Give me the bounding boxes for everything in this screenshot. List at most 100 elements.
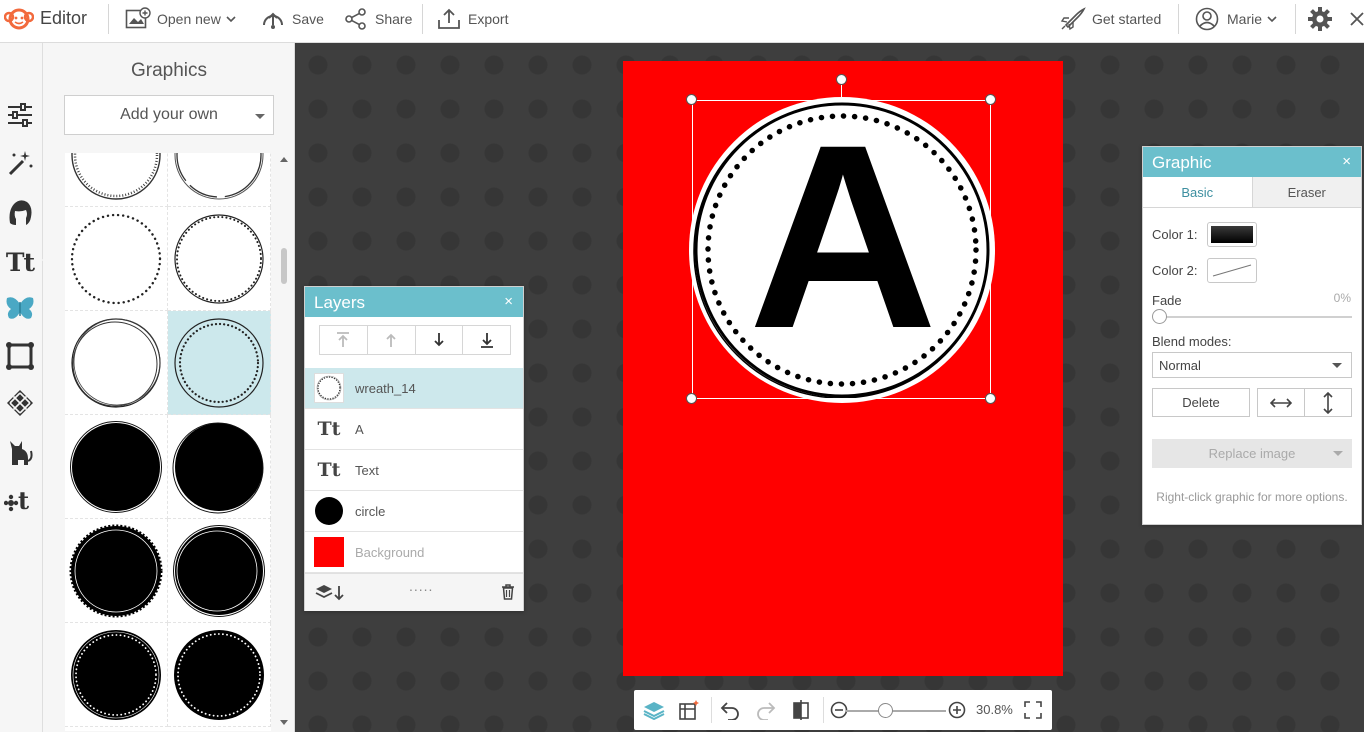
user-menu[interactable]: Marie xyxy=(1195,0,1277,37)
app-logo[interactable]: Editor xyxy=(4,0,87,37)
rail-my-stuff-button[interactable]: t xyxy=(4,483,36,515)
color1-swatch[interactable] xyxy=(1207,222,1257,247)
add-your-own-dropdown[interactable]: Add your own xyxy=(64,95,274,135)
user-name: Marie xyxy=(1227,10,1263,27)
flip-vertical-button[interactable] xyxy=(1304,388,1352,417)
layer-row-a[interactable]: Tt A xyxy=(305,409,523,450)
graphic-thumbnail[interactable] xyxy=(168,207,271,311)
layers-panel: Layers × wreath_14 Tt A Tt Text circle B… xyxy=(304,286,524,611)
graphic-thumbnail[interactable] xyxy=(65,153,168,207)
graphics-scrollbar[interactable] xyxy=(278,153,290,731)
bring-forward-button[interactable] xyxy=(368,326,416,354)
get-started-button[interactable]: Get started xyxy=(1060,0,1161,37)
compare-button[interactable] xyxy=(789,698,813,722)
rail-text-button[interactable]: Tt xyxy=(4,246,36,278)
graphic-thumbnail[interactable] xyxy=(168,415,271,519)
layers-toggle-button[interactable] xyxy=(642,698,666,722)
layer-name: wreath_14 xyxy=(355,380,416,396)
rail-touch-up-button[interactable] xyxy=(4,196,36,228)
svg-text:t: t xyxy=(18,486,29,513)
fullscreen-button[interactable] xyxy=(1021,698,1045,722)
graphic-panel: Graphic × Basic Eraser Color 1: Color 2:… xyxy=(1142,146,1362,525)
rail-edits-button[interactable] xyxy=(4,99,36,131)
open-new-button[interactable]: Open new xyxy=(125,0,236,37)
send-backward-button[interactable] xyxy=(416,326,464,354)
delete-button[interactable]: Delete xyxy=(1152,388,1250,417)
user-avatar-icon xyxy=(1195,7,1219,31)
merge-layers-icon[interactable] xyxy=(315,584,345,602)
rail-themes-button[interactable] xyxy=(4,436,36,468)
get-started-label: Get started xyxy=(1092,10,1162,27)
trash-icon[interactable] xyxy=(501,584,515,600)
compare-icon xyxy=(791,699,811,721)
undo-button[interactable] xyxy=(718,698,742,722)
rail-graphics-button[interactable] xyxy=(4,293,36,325)
close-icon[interactable]: × xyxy=(1342,153,1351,170)
save-button[interactable]: Save xyxy=(260,0,324,37)
resize-handle-bottom-right[interactable] xyxy=(985,393,996,404)
graphic-thumbnail[interactable] xyxy=(65,519,168,623)
scroll-down-icon[interactable] xyxy=(280,720,288,725)
scrollbar-thumb[interactable] xyxy=(281,248,287,284)
send-to-back-button[interactable] xyxy=(463,326,510,354)
divider xyxy=(108,4,109,34)
layer-row-background[interactable]: Background xyxy=(305,532,523,573)
scroll-up-icon[interactable] xyxy=(280,157,288,162)
graphic-thumbnail[interactable] xyxy=(65,311,168,415)
redo-button[interactable] xyxy=(754,698,778,722)
graphic-thumbnail[interactable] xyxy=(65,623,168,727)
zoom-slider-knob[interactable] xyxy=(878,703,893,718)
fade-value: 0% xyxy=(1333,291,1351,305)
graphic-thumbnail[interactable] xyxy=(65,207,168,311)
layer-row-wreath[interactable]: wreath_14 xyxy=(305,368,523,409)
layer-row-circle[interactable]: circle xyxy=(305,491,523,532)
resize-handle-top-left[interactable] xyxy=(686,94,697,105)
fade-slider-knob[interactable] xyxy=(1152,309,1167,324)
wreath-thumb xyxy=(314,373,344,403)
rotate-handle[interactable] xyxy=(836,74,847,85)
flip-horizontal-button[interactable] xyxy=(1257,388,1305,417)
graphics-panel: Graphics Add your own xyxy=(43,43,295,732)
graphic-thumbnail-selected[interactable] xyxy=(168,311,271,415)
export-button[interactable]: Export xyxy=(436,0,508,37)
drag-grip[interactable]: ..... xyxy=(409,578,433,594)
fade-slider[interactable] xyxy=(1159,316,1352,318)
settings-button[interactable] xyxy=(1307,0,1333,37)
layer-row-text[interactable]: Tt Text xyxy=(305,450,523,491)
my-stuff-icon: t xyxy=(4,485,36,513)
add-your-own-label: Add your own xyxy=(120,106,218,123)
resize-handle-top-right[interactable] xyxy=(985,94,996,105)
rail-effects-button[interactable] xyxy=(4,147,36,179)
cat-icon xyxy=(6,437,34,467)
zoom-slider[interactable] xyxy=(846,710,946,712)
arrow-up-icon xyxy=(384,332,398,348)
graphic-thumbnail[interactable] xyxy=(168,153,271,207)
collage-grid-button[interactable] xyxy=(677,698,701,722)
color2-swatch[interactable] xyxy=(1207,258,1257,283)
close-icon[interactable]: × xyxy=(504,293,513,310)
tab-eraser[interactable]: Eraser xyxy=(1252,177,1361,207)
layers-panel-header[interactable]: Layers × xyxy=(305,287,523,317)
graphic-panel-header[interactable]: Graphic × xyxy=(1143,147,1361,177)
replace-image-button[interactable]: Replace image xyxy=(1152,439,1352,468)
top-toolbar: Editor Open new Save Share Export Get st… xyxy=(0,0,1364,43)
tab-basic[interactable]: Basic xyxy=(1143,177,1253,207)
rail-textures-button[interactable] xyxy=(4,387,36,419)
selection-box[interactable] xyxy=(692,83,991,399)
resize-handle-bottom-left[interactable] xyxy=(686,393,697,404)
open-new-label: Open new xyxy=(157,10,221,27)
zoom-in-button[interactable] xyxy=(945,698,969,722)
close-editor-button[interactable] xyxy=(1350,0,1364,37)
blend-mode-select[interactable]: Normal xyxy=(1152,352,1352,378)
graphic-thumbnail[interactable] xyxy=(168,623,271,727)
bring-to-front-button[interactable] xyxy=(320,326,368,354)
text-icon: Tt xyxy=(317,418,341,440)
share-button[interactable]: Share xyxy=(343,0,412,37)
rocket-icon xyxy=(1060,6,1086,31)
graphic-thumbnail[interactable] xyxy=(65,415,168,519)
graphic-thumbnail[interactable] xyxy=(168,519,271,623)
delete-label: Delete xyxy=(1182,395,1220,410)
layer-name: A xyxy=(355,421,364,437)
rail-frames-button[interactable] xyxy=(4,340,36,372)
face-icon xyxy=(6,197,34,227)
